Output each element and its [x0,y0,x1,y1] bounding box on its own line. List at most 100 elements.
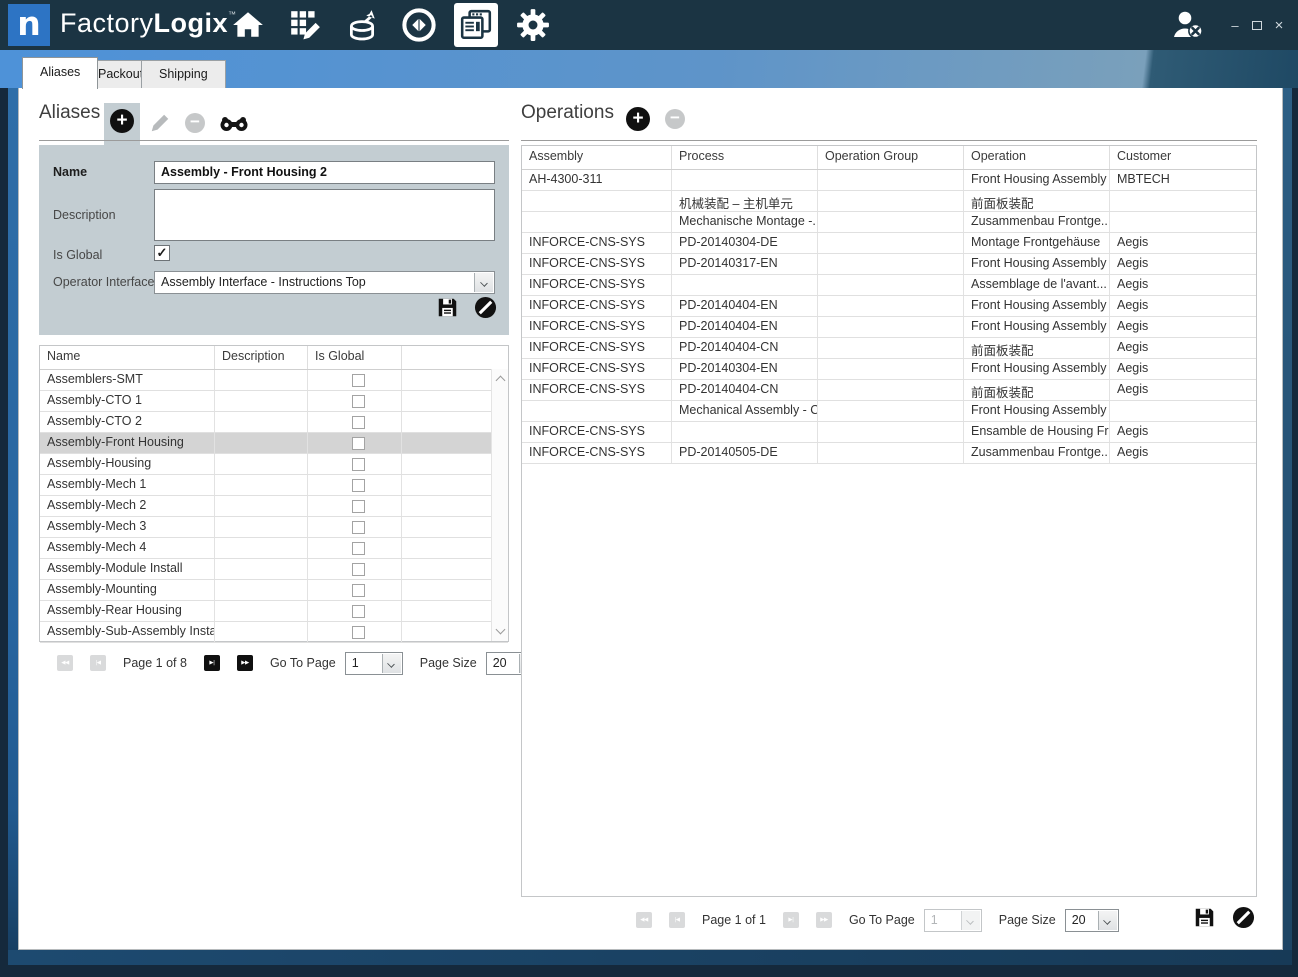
previous-page-button[interactable]: |◀ [669,912,685,928]
edit-alias-button[interactable] [149,112,171,134]
operation-row[interactable]: INFORCE-CNS-SYSEnsamble de Housing Fr...… [522,422,1256,443]
home-icon[interactable] [226,3,270,47]
alias-row[interactable]: Assembly-CTO 1 [40,391,508,412]
alias-row[interactable]: Assembly-Module Install [40,559,508,580]
is-global-checkbox[interactable] [352,416,365,429]
description-field[interactable] [154,189,495,241]
close-button[interactable]: × [1268,17,1290,34]
operation-row[interactable]: INFORCE-CNS-SYSPD-20140404-CN前面板装配Aegis [522,338,1256,359]
user-logout-icon[interactable] [1170,9,1206,41]
is-global-checkbox[interactable] [352,500,365,513]
last-page-button[interactable]: ▶▶ [237,655,253,671]
transfer-icon[interactable] [397,3,441,47]
previous-page-button[interactable]: |◀ [90,655,106,671]
scroll-down-icon[interactable] [496,625,506,635]
alias-row[interactable]: Assembly-Mech 1 [40,475,508,496]
operation-row[interactable]: INFORCE-CNS-SYSPD-20140505-DEZusammenbau… [522,443,1256,464]
search-binoculars-icon[interactable] [219,115,249,132]
next-page-button[interactable]: ▶| [783,912,799,928]
minimize-button[interactable]: – [1224,18,1246,33]
alias-row[interactable]: Assembly-Mech 2 [40,496,508,517]
operations-library-icon[interactable] [454,3,498,47]
is-global-checkbox[interactable] [352,626,365,639]
operation-row[interactable]: INFORCE-CNS-SYSPD-20140304-ENFront Housi… [522,359,1256,380]
op-process-cell: PD-20140505-DE [672,443,818,463]
name-field[interactable]: Assembly - Front Housing 2 [154,161,495,184]
alias-is-global-cell [308,496,402,516]
operation-row[interactable]: INFORCE-CNS-SYSPD-20140404-ENFront Housi… [522,317,1256,338]
operation-row[interactable]: INFORCE-CNS-SYSPD-20140317-ENFront Housi… [522,254,1256,275]
aliases-pagination: ◀◀ |◀ Page 1 of 8 ▶| ▶▶ Go To Page 1 Pag… [57,651,540,675]
operation-row[interactable]: AH-4300-311Front Housing AssemblyMBTECH [522,170,1256,191]
is-global-checkbox[interactable] [352,521,365,534]
next-page-button[interactable]: ▶| [204,655,220,671]
operation-row[interactable]: INFORCE-CNS-SYSPD-20140304-DEMontage Fro… [522,233,1256,254]
is-global-checkbox[interactable] [352,395,365,408]
column-header-operation-group[interactable]: Operation Group [818,146,964,169]
cancel-alias-button[interactable] [474,296,497,319]
alias-row[interactable]: Assembly-CTO 2 [40,412,508,433]
column-header-description[interactable]: Description [215,346,308,369]
cancel-operations-button[interactable] [1232,906,1255,929]
is-global-checkbox[interactable] [352,458,365,471]
is-global-checkbox[interactable] [352,542,365,555]
alias-description-cell [215,559,308,579]
op-operation-cell: Front Housing Assembly [964,170,1110,190]
is-global-checkbox[interactable] [352,584,365,597]
tab-aliases[interactable]: Aliases [22,57,98,89]
save-operations-button[interactable] [1194,907,1215,928]
add-alias-button[interactable]: + [110,109,134,133]
alias-row[interactable]: Assembly-Mech 3 [40,517,508,538]
settings-gear-icon[interactable] [511,3,555,47]
go-to-page-select[interactable]: 1 [345,652,403,675]
remove-operation-button[interactable]: − [665,109,685,129]
last-page-button[interactable]: ▶▶ [816,912,832,928]
alias-row[interactable]: Assembly-Mech 4 [40,538,508,559]
chevron-down-icon[interactable] [382,654,401,673]
maximize-button[interactable] [1246,18,1268,33]
delete-alias-button[interactable]: − [185,113,205,133]
alias-is-global-cell [308,538,402,558]
operation-row[interactable]: INFORCE-CNS-SYSPD-20140404-CN前面板装配Aegis [522,380,1256,401]
alias-row[interactable]: Assemblers-SMT [40,370,508,391]
operation-row[interactable]: INFORCE-CNS-SYSPD-20140404-ENFront Housi… [522,296,1256,317]
scroll-up-icon[interactable] [496,376,506,386]
op-process-cell [672,275,818,295]
alias-name-cell: Assembly-Front Housing [40,433,215,453]
alias-row[interactable]: Assembly-Mounting [40,580,508,601]
alias-description-cell [215,496,308,516]
page-size-select[interactable]: 20 [1065,909,1119,932]
is-global-checkbox[interactable] [352,563,365,576]
operator-interface-select[interactable]: Assembly Interface - Instructions Top [154,271,495,294]
operation-row[interactable]: 机械装配 – 主机单元前面板装配 [522,191,1256,212]
column-header-is-global[interactable]: Is Global [308,346,402,369]
operation-row[interactable]: INFORCE-CNS-SYSAssemblage de l'avant...A… [522,275,1256,296]
add-operation-button[interactable]: + [626,107,650,131]
column-header-name[interactable]: Name [40,346,215,369]
chevron-down-icon[interactable] [474,273,493,292]
alias-row[interactable]: Assembly-Front Housing [40,433,508,454]
operation-row[interactable]: Mechanische Montage -...Zusammenbau Fron… [522,212,1256,233]
is-global-checkbox[interactable] [352,437,365,450]
column-header-customer[interactable]: Customer [1110,146,1256,169]
vertical-scrollbar[interactable] [491,369,508,641]
is-global-checkbox[interactable] [352,479,365,492]
is-global-checkbox[interactable] [352,605,365,618]
first-page-button[interactable]: ◀◀ [57,655,73,671]
alias-row[interactable]: Assembly-Rear Housing [40,601,508,622]
column-header-operation[interactable]: Operation [964,146,1110,169]
first-page-button[interactable]: ◀◀ [636,912,652,928]
chevron-down-icon[interactable] [1098,911,1117,930]
operation-row[interactable]: Mechanical Assembly - C...Front Housing … [522,401,1256,422]
materials-icon[interactable] [340,3,384,47]
is-global-checkbox[interactable] [352,374,365,387]
op-assembly-cell: INFORCE-CNS-SYS [522,338,672,358]
product-editor-icon[interactable] [283,3,327,47]
column-header-assembly[interactable]: Assembly [522,146,672,169]
save-alias-button[interactable] [437,297,458,318]
alias-row[interactable]: Assembly-Sub-Assembly Install [40,622,508,643]
alias-row[interactable]: Assembly-Housing [40,454,508,475]
is-global-checkbox[interactable]: ✓ [154,245,170,261]
tab-shipping[interactable]: Shipping [141,60,226,88]
column-header-process[interactable]: Process [672,146,818,169]
